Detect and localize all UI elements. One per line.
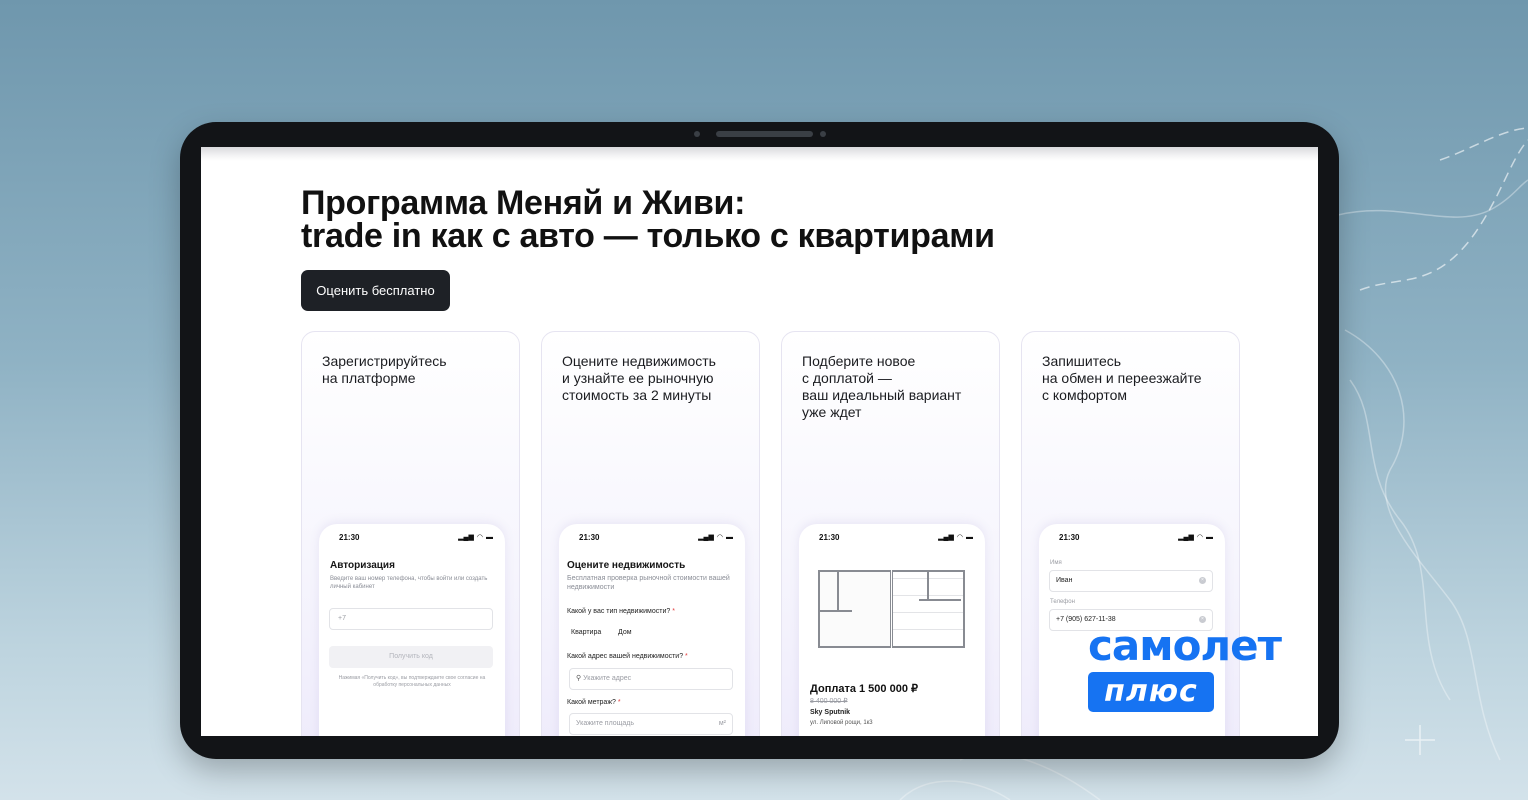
name-field[interactable]: Иван ×: [1049, 570, 1213, 592]
battery-icon: ▬: [726, 534, 733, 541]
card-line: на обмен и переезжайте: [1042, 370, 1202, 386]
question-address-text: Какой адрес вашей недвижимости?: [567, 653, 684, 660]
signal-icon: ▂▄▆: [1178, 534, 1194, 541]
card-line: ваш идеальный вариант: [802, 387, 962, 403]
camera-dot: [694, 131, 700, 137]
status-time: 21:30: [579, 533, 600, 542]
question-area: Какой метраж? *: [567, 699, 621, 706]
step-card-register: Зарегистрируйтесь на платформе 21:30 ▂▄▆…: [301, 331, 520, 736]
phone-status-bar: 21:30 ▂▄▆ ◠ ▬: [559, 524, 745, 548]
area-input[interactable]: Укажите площадь м²: [569, 713, 733, 735]
question-address: Какой адрес вашей недвижимости? *: [567, 653, 688, 660]
required-mark: *: [685, 653, 688, 660]
plan-wall: [837, 570, 839, 610]
signal-icon: ▂▄▆: [938, 534, 954, 541]
search-icon: ⚲: [576, 675, 582, 682]
wifi-icon: ◠: [956, 534, 963, 541]
phone-mockup-evaluate: 21:30 ▂▄▆ ◠ ▬ Оцените недвижимость Бесплат…: [559, 524, 745, 736]
samolet-plus-logo: самолет плюс: [1088, 621, 1282, 712]
surcharge-price: Доплата 1 500 000 ₽: [810, 683, 918, 695]
step-card-text: Подберите новое с доплатой — ваш идеальн…: [802, 353, 961, 421]
card-line: с комфортом: [1042, 387, 1128, 403]
question-area-text: Какой метраж?: [567, 699, 616, 706]
page-title: Программа Меняй и Живи: trade in как с а…: [301, 184, 995, 255]
wifi-icon: ◠: [1196, 534, 1203, 541]
get-code-button[interactable]: Получить код: [329, 646, 493, 668]
clear-icon[interactable]: ×: [1199, 577, 1206, 584]
card-line: Зарегистрируйтесь: [322, 353, 447, 369]
consent-text: Нажимая «Получить код», вы подтверждаете…: [338, 675, 486, 688]
status-time: 21:30: [1059, 533, 1080, 542]
phone-label: Телефон: [1050, 599, 1075, 605]
card-line: на платформе: [322, 370, 416, 386]
phone-status-bar: 21:30 ▂▄▆ ◠ ▬: [319, 524, 505, 548]
status-icons: ▂▄▆ ◠ ▬: [1175, 533, 1213, 541]
browser-top-strip: [201, 147, 1318, 161]
area-unit: м²: [718, 720, 726, 727]
status-icons: ▂▄▆ ◠ ▬: [695, 533, 733, 541]
phone-mockup-listing: 21:30 ▂▄▆ ◠ ▬ Доплата 1 500 000 ₽ 8 400 00…: [799, 524, 985, 736]
plan-wall: [919, 599, 961, 601]
option-house[interactable]: Дом: [612, 624, 638, 642]
required-mark: *: [617, 699, 621, 706]
card-line: Запишитесь: [1042, 353, 1122, 369]
evaluate-heading: Оцените недвижимость: [567, 560, 686, 571]
status-icons: ▂▄▆ ◠ ▬: [935, 533, 973, 541]
step-card-text: Оцените недвижимость и узнайте ее рыночн…: [562, 353, 716, 404]
phone-mockup-auth: 21:30 ▂▄▆ ◠ ▬ Авторизация Введите ваш номе…: [319, 524, 505, 736]
battery-icon: ▬: [1206, 534, 1213, 541]
address-input[interactable]: ⚲ Укажите адрес: [569, 668, 733, 690]
card-line: с доплатой —: [802, 370, 892, 386]
card-line: Подберите новое: [802, 353, 916, 369]
name-value: Иван: [1056, 577, 1073, 584]
option-apartment[interactable]: Квартира: [565, 624, 607, 642]
battery-icon: ▬: [486, 534, 493, 541]
evaluate-subtitle: Бесплатная проверка рыночной стоимости в…: [567, 575, 730, 591]
sensor-dot: [820, 131, 826, 137]
wifi-icon: ◠: [716, 534, 723, 541]
project-name: Sky Sputnik: [810, 709, 851, 716]
signal-icon: ▂▄▆: [698, 534, 714, 541]
plan-wall: [818, 610, 852, 612]
card-line: стоимость за 2 минуты: [562, 387, 712, 403]
auth-heading: Авторизация: [330, 560, 395, 571]
project-address: ул. Липовой рощи, 1к3: [810, 720, 873, 726]
status-time: 21:30: [339, 533, 360, 542]
phone-number-input[interactable]: +7: [329, 608, 493, 630]
step-card-text: Зарегистрируйтесь на платформе: [322, 353, 447, 387]
address-placeholder: Укажите адрес: [583, 675, 632, 682]
phone-status-bar: 21:30 ▂▄▆ ◠ ▬: [799, 524, 985, 548]
logo-word: самолет: [1088, 621, 1282, 670]
wifi-icon: ◠: [476, 534, 483, 541]
camera-bar: [716, 131, 813, 137]
step-card-text: Запишитесь на обмен и переезжайте с комф…: [1042, 353, 1202, 404]
required-mark: *: [672, 608, 675, 615]
floor-plan-left: [818, 570, 891, 648]
card-line: и узнайте ее рыночную: [562, 370, 714, 386]
card-line: уже ждет: [802, 404, 862, 420]
step-card-evaluate: Оцените недвижимость и узнайте ее рыночн…: [541, 331, 760, 736]
auth-subtitle: Введите ваш номер телефона, чтобы войти …: [330, 576, 488, 590]
card-line: Оцените недвижимость: [562, 353, 716, 369]
page-title-line-2: trade in как с авто — только с квартирам…: [301, 217, 995, 255]
status-time: 21:30: [819, 533, 840, 542]
signal-icon: ▂▄▆: [458, 534, 474, 541]
evaluate-free-button[interactable]: Оценить бесплатно: [301, 270, 450, 311]
step-card-choose: Подберите новое с доплатой — ваш идеальн…: [781, 331, 1000, 736]
area-placeholder: Укажите площадь: [576, 720, 635, 727]
page-title-line-1: Программа Меняй и Живи:: [301, 184, 746, 222]
question-type-text: Какой у вас тип недвижимости?: [567, 608, 671, 615]
status-icons: ▂▄▆ ◠ ▬: [455, 533, 493, 541]
phone-status-bar: 21:30 ▂▄▆ ◠ ▬: [1039, 524, 1225, 548]
name-label: Имя: [1050, 560, 1062, 566]
plan-wall: [927, 570, 929, 600]
question-type: Какой у вас тип недвижимости? *: [567, 608, 675, 615]
logo-plus-badge: плюс: [1088, 672, 1214, 712]
old-price: 8 400 000 ₽: [810, 698, 848, 705]
battery-icon: ▬: [966, 534, 973, 541]
